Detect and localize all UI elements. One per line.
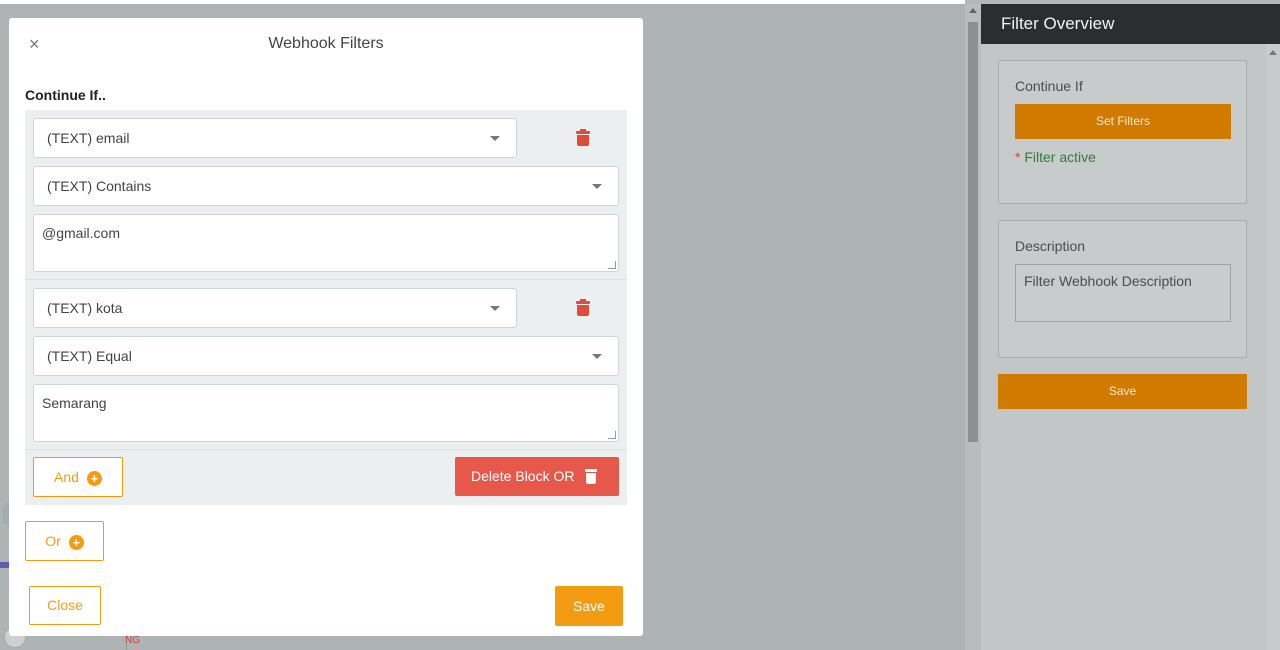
filter-active-status: * Filter active <box>1015 149 1096 165</box>
save-button[interactable]: Save <box>555 586 623 626</box>
webhook-filters-modal: Webhook Filters × Continue If.. (TEXT) e… <box>9 18 643 636</box>
or-label: Or <box>45 533 61 549</box>
scroll-up-arrow-icon[interactable] <box>969 8 977 13</box>
or-block: (TEXT) email (TEXT) Contains @gmail.com … <box>25 110 627 505</box>
plus-circle-icon: + <box>68 534 84 550</box>
panel-scrollbar[interactable] <box>1266 44 1280 650</box>
condition-divider <box>25 279 627 280</box>
condition-divider <box>25 449 627 450</box>
close-button[interactable]: Close <box>29 586 101 625</box>
resize-grip-icon[interactable] <box>608 431 616 439</box>
plus-circle-icon: + <box>86 470 102 486</box>
chevron-down-icon <box>592 354 602 359</box>
page-scrollbar[interactable] <box>965 4 981 650</box>
close-icon[interactable]: × <box>29 34 40 55</box>
description-title: Description <box>1015 238 1086 254</box>
add-or-button[interactable]: Or + <box>25 521 104 561</box>
set-filters-button[interactable]: Set Filters <box>1015 104 1231 139</box>
chevron-down-icon <box>490 306 500 311</box>
delete-block-or-button[interactable]: Delete Block OR <box>455 457 619 496</box>
scroll-thumb[interactable] <box>968 22 978 442</box>
value-textarea[interactable]: Semarang <box>33 384 619 442</box>
continue-if-card: Continue If Set Filters * Filter active <box>998 60 1247 204</box>
modal-title: Webhook Filters <box>268 35 384 52</box>
resize-grip-icon[interactable] <box>608 261 616 269</box>
field-select[interactable]: (TEXT) email <box>33 118 517 158</box>
operator-select[interactable]: (TEXT) Contains <box>33 166 619 206</box>
filter-overview-title: Filter Overview <box>981 4 1280 44</box>
chevron-down-icon <box>490 136 500 141</box>
continue-if-title: Continue If <box>1015 78 1083 94</box>
filter-overview-panel: Filter Overview Continue If Set Filters … <box>981 4 1280 650</box>
panel-scroll-up-icon[interactable] <box>1269 50 1277 55</box>
value-text: Semarang <box>42 395 107 411</box>
field-select[interactable]: (TEXT) kota <box>33 288 517 328</box>
canvas-fragment-text: NG <box>125 635 140 646</box>
value-textarea[interactable]: @gmail.com <box>33 214 619 272</box>
and-label: And <box>54 469 79 485</box>
operator-select[interactable]: (TEXT) Equal <box>33 336 619 376</box>
delete-block-label: Delete Block OR <box>471 468 575 484</box>
chevron-down-icon <box>592 184 602 189</box>
trash-icon[interactable] <box>576 299 590 316</box>
description-textarea[interactable]: Filter Webhook Description <box>1015 264 1231 322</box>
trash-icon[interactable] <box>576 129 590 146</box>
continue-if-label: Continue If.. <box>25 87 106 103</box>
canvas-top-border <box>0 0 965 4</box>
value-text: @gmail.com <box>42 225 121 241</box>
trash-icon <box>585 469 597 484</box>
add-and-button[interactable]: And + <box>33 457 123 497</box>
required-star: * <box>1015 149 1021 165</box>
panel-save-button[interactable]: Save <box>998 374 1247 409</box>
field-select-value: (TEXT) kota <box>47 300 123 316</box>
operator-select-value: (TEXT) Equal <box>47 348 132 364</box>
filter-active-label: Filter active <box>1024 149 1096 165</box>
field-select-value: (TEXT) email <box>47 130 130 146</box>
operator-select-value: (TEXT) Contains <box>47 178 152 194</box>
description-card: Description Filter Webhook Description <box>998 220 1247 358</box>
